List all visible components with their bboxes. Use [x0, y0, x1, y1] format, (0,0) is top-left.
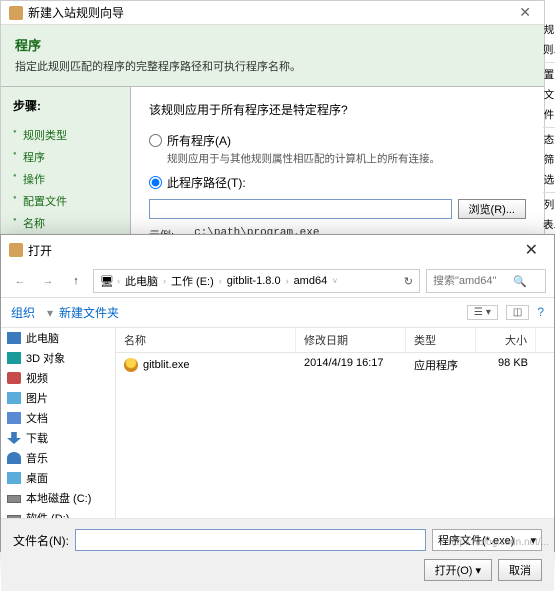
file-footer: 文件名(N): 程序文件(*.exe) ▾ 打开(O)▾ 取消	[1, 518, 554, 591]
up-icon[interactable]: ↑	[65, 270, 87, 292]
search-input[interactable]	[433, 275, 513, 287]
col-date[interactable]: 修改日期	[296, 328, 406, 352]
file-open-dialog: 打开 ✕ ← → ↑ 🖥 › 此电脑 › 工作 (E:) › gitblit-1…	[0, 234, 555, 552]
file-name: gitblit.exe	[143, 359, 189, 371]
side-drive-c[interactable]: 本地磁盘 (C:)	[1, 488, 115, 508]
wizard-titlebar: 新建入站规则向导 ✕	[1, 1, 544, 25]
file-list: 名称 修改日期 类型 大小 gitblit.exe 2014/4/19 16:1…	[116, 328, 554, 518]
file-size: 98 KB	[476, 357, 536, 373]
file-type: 应用程序	[406, 357, 476, 373]
wizard-header: 程序 指定此规则匹配的程序的完整程序路径和可执行程序名称。	[1, 25, 544, 87]
crumb[interactable]: 工作 (E:)	[169, 273, 216, 289]
chevron-down-icon[interactable]: ˅	[332, 276, 337, 286]
close-icon[interactable]: ✕	[517, 240, 546, 260]
header-title: 程序	[15, 35, 530, 54]
header-subtitle: 指定此规则匹配的程序的完整程序路径和可执行程序名称。	[15, 58, 530, 74]
file-titlebar: 打开 ✕	[1, 235, 554, 265]
file-row[interactable]: gitblit.exe 2014/4/19 16:17 应用程序 98 KB	[116, 353, 554, 377]
pc-icon: 🖥	[100, 275, 114, 288]
search-icon[interactable]: 🔍	[513, 275, 527, 288]
option-all-label: 所有程序(A)	[167, 132, 440, 149]
side-desktop[interactable]: 桌面	[1, 468, 115, 488]
steps-heading: 步骤:	[13, 97, 118, 114]
shield-icon	[9, 6, 23, 20]
side-3d-objects[interactable]: 3D 对象	[1, 348, 115, 368]
exe-icon	[124, 358, 138, 372]
close-icon[interactable]: ✕	[514, 4, 536, 21]
search-box[interactable]: 🔍	[426, 269, 546, 293]
background-panel-peek: 规则... 置文件 态筛选 列表...	[543, 18, 555, 238]
col-size[interactable]: 大小	[476, 328, 536, 352]
watermark: https://blog.csdn.net/...	[448, 537, 549, 548]
radio-all[interactable]	[149, 134, 162, 147]
address-bar[interactable]: 🖥 › 此电脑 › 工作 (E:) › gitblit-1.8.0 › amd6…	[93, 269, 420, 293]
file-sidebar: 此电脑 3D 对象 视频 图片 文档 下载 音乐 桌面 本地磁盘 (C:) 软件…	[1, 328, 116, 518]
refresh-icon[interactable]: ↻	[404, 275, 413, 288]
file-navbar: ← → ↑ 🖥 › 此电脑 › 工作 (E:) › gitblit-1.8.0 …	[1, 265, 554, 298]
side-downloads[interactable]: 下载	[1, 428, 115, 448]
file-date: 2014/4/19 16:17	[296, 357, 406, 373]
file-list-header: 名称 修改日期 类型 大小	[116, 328, 554, 353]
radio-path[interactable]	[149, 176, 162, 189]
filename-input[interactable]	[75, 529, 426, 551]
side-drive-d[interactable]: 软件 (D:)	[1, 508, 115, 518]
help-icon[interactable]: ?	[537, 305, 544, 320]
side-music[interactable]: 音乐	[1, 448, 115, 468]
step-action[interactable]: 操作	[13, 168, 118, 190]
shield-icon	[9, 243, 23, 257]
filename-label: 文件名(N):	[13, 532, 69, 549]
col-name[interactable]: 名称	[116, 328, 296, 352]
crumb[interactable]: amd64	[292, 275, 330, 287]
firewall-rule-wizard: 新建入站规则向导 ✕ 程序 指定此规则匹配的程序的完整程序路径和可执行程序名称。…	[0, 0, 545, 266]
option-path-label: 此程序路径(T):	[167, 174, 246, 191]
wizard-question: 该规则应用于所有程序还是特定程序?	[149, 101, 526, 118]
step-profile[interactable]: 配置文件	[13, 190, 118, 212]
side-pictures[interactable]: 图片	[1, 388, 115, 408]
crumb[interactable]: gitblit-1.8.0	[225, 275, 283, 287]
wizard-title: 新建入站规则向导	[28, 4, 124, 21]
preview-pane-button[interactable]: ◫	[506, 305, 529, 320]
crumb[interactable]: 此电脑	[123, 273, 160, 289]
side-videos[interactable]: 视频	[1, 368, 115, 388]
file-title: 打开	[28, 242, 52, 259]
browse-button[interactable]: 浏览(R)...	[458, 199, 526, 219]
chevron-down-icon: ▾	[475, 564, 481, 577]
open-button[interactable]: 打开(O)▾	[424, 559, 492, 581]
step-program[interactable]: 程序	[13, 146, 118, 168]
chevron-down-icon[interactable]: ▾	[47, 306, 53, 320]
forward-icon[interactable]: →	[37, 270, 59, 292]
back-icon[interactable]: ←	[9, 270, 31, 292]
view-mode-button[interactable]: ☰ ▾	[467, 305, 498, 320]
new-folder-button[interactable]: 新建文件夹	[59, 304, 119, 321]
file-toolbar: 组织 ▾ 新建文件夹 ☰ ▾ ◫ ?	[1, 298, 554, 328]
option-all-desc: 规则应用于与其他规则属性相匹配的计算机上的所有连接。	[167, 151, 440, 166]
program-path-input[interactable]	[149, 199, 452, 219]
side-documents[interactable]: 文档	[1, 408, 115, 428]
cancel-button[interactable]: 取消	[498, 559, 542, 581]
step-ruletype[interactable]: 规则类型	[13, 124, 118, 146]
col-type[interactable]: 类型	[406, 328, 476, 352]
option-all-programs[interactable]: 所有程序(A) 规则应用于与其他规则属性相匹配的计算机上的所有连接。	[149, 132, 526, 166]
step-name[interactable]: 名称	[13, 212, 118, 234]
option-this-path[interactable]: 此程序路径(T):	[149, 174, 526, 191]
organize-menu[interactable]: 组织	[11, 304, 35, 321]
side-this-pc[interactable]: 此电脑	[1, 328, 115, 348]
